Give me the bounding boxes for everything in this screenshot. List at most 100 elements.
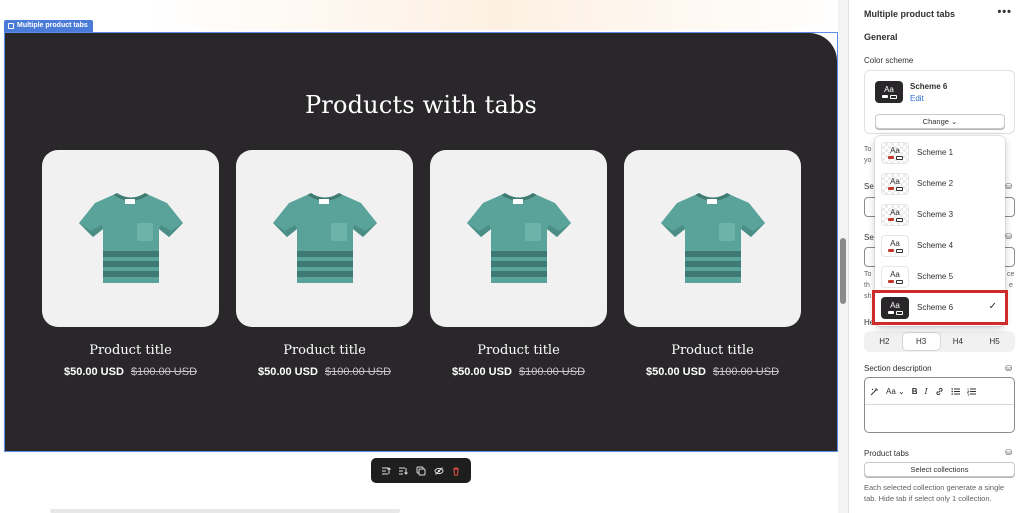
change-scheme-button[interactable]: Change ⌄ [875,114,1005,129]
database-icon[interactable]: ⛁ [1005,232,1012,241]
product-card[interactable]: Product title $50.00 USD $100.00 USD [42,150,219,378]
price-compare: $100.00 USD [130,366,198,378]
scheme-option-label: Scheme 6 [917,303,954,312]
header-glow [150,0,848,30]
price-current: $50.00 USD [451,366,512,378]
heading-option-h5[interactable]: H5 [976,333,1013,350]
scheme-swatch: Aa [875,81,903,103]
product-price: $50.00 USD $100.00 USD [624,366,801,378]
duplicate-icon[interactable] [414,464,428,478]
scheme-option-label: Scheme 3 [917,210,954,219]
link-icon[interactable] [935,387,944,396]
checkmark-icon: ✓ [988,301,997,312]
font-style-label: Aa [886,386,896,396]
product-price: $50.00 USD $100.00 USD [42,366,219,378]
swatch-bars [887,311,903,315]
scrollbar-thumb[interactable] [840,238,846,304]
scheme-option-2[interactable]: Aa Scheme 2 [875,168,1005,199]
partial-text: ce [1007,271,1015,278]
product-image[interactable] [430,150,607,327]
partial-text: To [864,146,872,153]
swatch-bars [881,95,897,99]
color-scheme-dropdown: Aa Scheme 1 Aa Scheme 2 Aa Scheme 3 Aa S… [872,136,1008,326]
database-icon[interactable]: ⛁ [1005,182,1012,191]
app-window: Multiple product tabs Products with tabs [0,0,1024,513]
swatch-bars [887,187,903,191]
price-compare: $100.00 USD [712,366,780,378]
swatch-bars [887,156,903,160]
section-title: Products with tabs [304,91,538,119]
edit-scheme-link[interactable]: Edit [910,94,924,103]
tshirt-icon [660,192,765,283]
product-card[interactable]: Product title $50.00 USD $100.00 USD [624,150,801,378]
heading-option-h2[interactable]: H2 [866,333,903,350]
more-horizontal-icon[interactable]: ••• [997,6,1012,18]
scheme-swatch: Aa [881,297,909,319]
hide-icon[interactable] [432,464,446,478]
rich-text-editor[interactable]: Aa ⌄ B I [864,377,1015,433]
product-tabs-section[interactable]: Products with tabs Product title $50.00 … [5,33,837,451]
tshirt-icon [466,192,571,283]
next-section-hint [50,509,400,513]
swatch-bars [887,249,903,253]
scheme-option-3[interactable]: Aa Scheme 3 [875,199,1005,230]
product-title[interactable]: Product title [430,343,607,358]
scheme-option-label: Scheme 5 [917,272,954,281]
database-icon[interactable]: ⛁ [1005,448,1012,457]
scheme-swatch: Aa [881,266,909,288]
scheme-option-5[interactable]: Aa Scheme 5 [875,261,1005,292]
partial-text: To [864,271,872,278]
product-title[interactable]: Product title [624,343,801,358]
scheme-option-4[interactable]: Aa Scheme 4 [875,230,1005,261]
numbered-list-icon[interactable] [966,387,976,396]
chevron-down-icon: ⌄ [951,117,958,126]
product-image[interactable] [624,150,801,327]
select-collections-button[interactable]: Select collections [864,462,1015,477]
product-title[interactable]: Product title [236,343,413,358]
color-scheme-label: Color scheme [864,56,914,65]
price-current: $50.00 USD [63,366,124,378]
product-image[interactable] [236,150,413,327]
product-card[interactable]: Product title $50.00 USD $100.00 USD [236,150,413,378]
product-title[interactable]: Product title [42,343,219,358]
scheme-option-label: Scheme 1 [917,148,954,157]
scheme-option-label: Scheme 2 [917,179,954,188]
move-down-icon[interactable] [396,464,410,478]
swatch-bars [887,218,903,222]
bullet-list-icon[interactable] [951,387,960,396]
product-image[interactable] [42,150,219,327]
price-compare: $100.00 USD [324,366,392,378]
heading-size-segmented: H2 H3 H4 H5 [864,331,1015,352]
swatch-aa: Aa [890,239,900,248]
change-button-label: Change [922,117,949,126]
preview-canvas: Multiple product tabs Products with tabs [0,0,848,513]
product-card[interactable]: Product title $50.00 USD $100.00 USD [430,150,607,378]
font-style-dropdown[interactable]: Aa ⌄ [886,387,905,396]
heading-option-h3[interactable]: H3 [902,333,940,350]
scheme-option-6[interactable]: Aa Scheme 6 ✓ [872,290,1008,325]
tshirt-icon [272,192,377,283]
heading-option-h4[interactable]: H4 [940,333,977,350]
scheme-swatch: Aa [881,173,909,195]
italic-button[interactable]: I [925,387,928,396]
database-icon[interactable]: ⛁ [1005,364,1012,373]
magic-icon[interactable] [870,387,879,396]
bold-button[interactable]: B [912,387,918,396]
partial-text: sh [864,293,872,300]
section-tag[interactable]: Multiple product tabs [4,20,93,32]
section-icon [8,23,14,29]
move-up-icon[interactable] [379,464,393,478]
swatch-aa: Aa [890,270,900,279]
panel-title: Multiple product tabs [864,9,955,19]
section-heading-label: Se [864,182,874,191]
scheme-option-1[interactable]: Aa Scheme 1 [875,137,1005,168]
chevron-down-icon: ⌄ [898,386,905,396]
scheme-option-label: Scheme 4 [917,241,954,250]
delete-icon[interactable] [449,464,463,478]
preview-scrollbar[interactable] [838,0,848,513]
section-subheading-label: Se [864,233,874,242]
price-compare: $100.00 USD [518,366,586,378]
section-tag-label: Multiple product tabs [17,22,88,29]
price-current: $50.00 USD [257,366,318,378]
tshirt-icon [78,192,183,283]
